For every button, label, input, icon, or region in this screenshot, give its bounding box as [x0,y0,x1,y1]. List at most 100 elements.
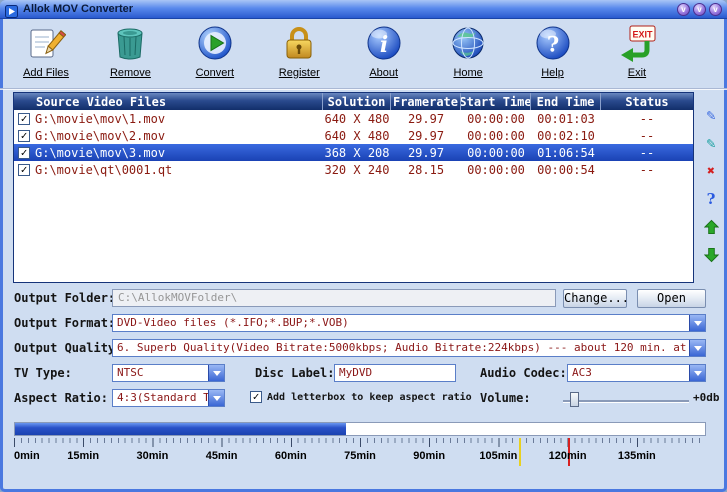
table-row[interactable]: G:\movie\qt\0001.qt 320 X 240 28.15 00:0… [14,161,693,178]
globe-icon [448,23,488,67]
row-start-time: 00:00:00 [461,163,531,177]
home-button[interactable]: Home [431,23,505,88]
minimize-button[interactable] [677,3,690,16]
col-status[interactable]: Status [601,93,693,110]
row-end-time: 00:00:54 [531,163,601,177]
pen-teal-icon[interactable] [702,134,720,152]
file-list: Source Video Files Solution Framerate St… [13,92,694,283]
move-up-icon[interactable] [702,218,720,236]
help-button[interactable]: ? Help [516,23,590,88]
open-button[interactable]: Open [637,289,706,308]
row-checkbox[interactable] [18,164,30,176]
volume-slider-thumb[interactable] [570,392,579,407]
output-quality-select[interactable]: 6. Superb Quality(Video Bitrate:5000kbps… [112,339,706,357]
row-status: -- [601,163,693,177]
row-end-time: 00:02:10 [531,129,601,143]
col-solution[interactable]: Solution [323,93,391,110]
chevron-down-icon[interactable] [689,315,705,331]
about-label: About [369,67,398,79]
col-start-time[interactable]: Start Time [461,93,531,110]
ruler-label: 45min [206,450,238,462]
row-status: -- [601,146,693,160]
maximize-button[interactable] [693,3,706,16]
file-list-header: Source Video Files Solution Framerate St… [14,93,693,110]
volume-slider-track[interactable] [563,400,689,403]
home-label: Home [453,67,482,79]
window-controls [677,3,722,16]
row-checkbox[interactable] [18,113,30,125]
chevron-down-icon[interactable] [208,365,224,381]
delete-x-icon[interactable] [702,162,720,180]
file-name: G:\movie\mov\3.mov [35,146,165,160]
row-solution: 368 X 208 [323,146,391,160]
close-button[interactable] [709,3,722,16]
question-mark-icon: ? [533,23,573,67]
output-folder-input[interactable]: C:\AllokMOVFolder\ [112,289,556,307]
title-bar[interactable]: Allok MOV Converter [0,0,727,19]
output-quality-label: Output Quality: [14,339,122,357]
exit-sign-icon: EXIT [617,23,657,67]
chevron-down-icon[interactable] [689,340,705,356]
move-down-icon[interactable] [702,246,720,264]
question-icon[interactable] [702,190,720,208]
row-start-time: 00:00:00 [461,129,531,143]
change-button[interactable]: Change... [563,289,627,308]
add-files-icon [26,23,66,67]
file-name: G:\movie\mov\1.mov [35,112,165,126]
duration-progress-fill [15,423,346,435]
side-toolbar [699,106,723,264]
output-format-label: Output Format: [14,314,115,332]
output-folder-label: Output Folder: [14,289,115,307]
convert-button[interactable]: Convert [178,23,252,88]
file-name: G:\movie\qt\0001.qt [35,163,172,177]
row-checkbox[interactable] [18,130,30,142]
about-button[interactable]: i About [347,23,421,88]
row-solution: 320 X 240 [323,163,391,177]
duration-progress-bar [14,422,706,436]
chevron-down-icon[interactable] [689,365,705,381]
remove-button[interactable]: Remove [93,23,167,88]
col-source[interactable]: Source Video Files [14,93,323,110]
volume-value: +0db [693,389,720,407]
row-solution: 640 X 480 [323,129,391,143]
tv-type-select[interactable]: NTSC [112,364,225,382]
letterbox-label: Add letterbox to keep aspect ratio [267,389,472,407]
remove-label: Remove [110,67,151,79]
table-row[interactable]: G:\movie\mov\1.mov 640 X 480 29.97 00:00… [14,110,693,127]
disc-label-input[interactable]: MyDVD [334,364,456,382]
exit-button[interactable]: EXIT Exit [600,23,674,88]
svg-text:i: i [380,32,388,58]
aspect-ratio-label: Aspect Ratio: [14,389,108,407]
ruler-label: 15min [67,450,99,462]
audio-codec-select[interactable]: AC3 [567,364,706,382]
letterbox-checkbox[interactable] [250,391,262,403]
row-end-time: 00:01:03 [531,112,601,126]
audio-codec-label: Audio Codec: [480,364,567,382]
col-framerate[interactable]: Framerate [391,93,461,110]
register-button[interactable]: Register [262,23,336,88]
row-status: -- [601,112,693,126]
disc-label-label: Disc Label: [255,364,334,382]
row-framerate: 29.97 [391,112,461,126]
table-row[interactable]: G:\movie\mov\2.mov 640 X 480 29.97 00:00… [14,127,693,144]
chevron-down-icon[interactable] [208,390,224,406]
ruler-label: 135min [618,450,656,462]
table-row-selected[interactable]: G:\movie\mov\3.mov 368 X 208 29.97 00:00… [14,144,693,161]
padlock-icon [279,23,319,67]
ruler-label: 30min [136,450,168,462]
trash-icon [110,23,150,67]
col-end-time[interactable]: End Time [531,93,601,110]
exit-label: Exit [628,67,646,79]
window-title: Allok MOV Converter [23,3,133,15]
row-checkbox[interactable] [18,147,30,159]
help-label: Help [541,67,564,79]
svg-text:?: ? [546,32,558,57]
output-format-select[interactable]: DVD-Video files (*.IFO;*.BUP;*.VOB) [112,314,706,332]
info-icon: i [364,23,404,67]
add-files-button[interactable]: Add Files [9,23,83,88]
pen-blue-icon[interactable] [702,106,720,124]
app-window: Allok MOV Converter Add Files Remove [0,0,727,492]
app-icon [5,3,18,16]
aspect-ratio-select[interactable]: 4:3(Standard TV) [112,389,225,407]
convert-play-icon [195,23,235,67]
